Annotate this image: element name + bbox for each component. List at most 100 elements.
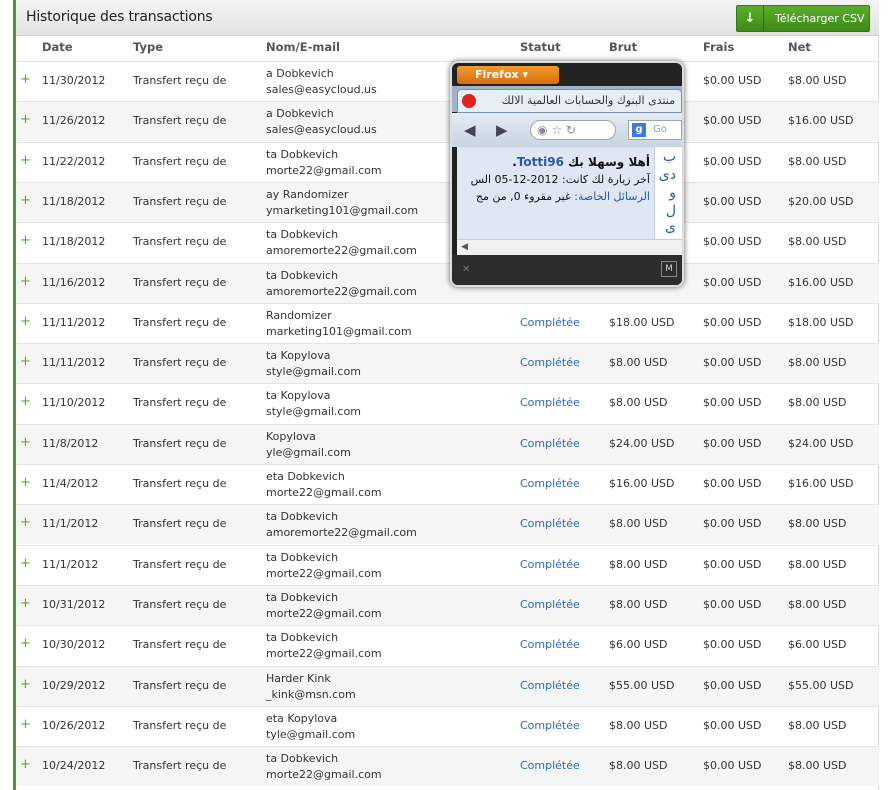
expand-plus-icon[interactable]: + — [20, 717, 31, 732]
cell-status-link[interactable]: Complétée — [520, 477, 580, 490]
table-row[interactable]: +11/18/2012 Transfert reçu de ay Randomize… — [16, 181, 879, 222]
expand-plus-icon[interactable]: + — [20, 354, 31, 369]
cell-brut: $8.00 USD — [609, 356, 668, 370]
cell-status-link[interactable]: Complétée — [520, 719, 580, 732]
reload-icon[interactable]: ↻ — [566, 123, 576, 137]
cell-status-link[interactable]: Complétée — [520, 437, 580, 450]
cell-date: 10/26/2012 — [42, 718, 106, 732]
cell-name-email: a Dobkevich sales@easycloud.us — [266, 66, 377, 98]
back-arrow-icon[interactable]: ◀ — [464, 121, 476, 139]
cell-email: morte22@gmail.com — [266, 163, 382, 177]
column-header-type[interactable]: Type — [133, 40, 163, 54]
chevron-down-icon: ▾ — [522, 68, 528, 81]
table-row[interactable]: +11/11/2012 Transfert reçu de ta Kopylova s… — [16, 343, 879, 384]
expand-plus-icon[interactable]: + — [20, 193, 31, 208]
table-row[interactable]: +10/26/2012 Transfert reçu de eta Kopylova… — [16, 705, 879, 746]
table-row[interactable]: +11/26/2012 Transfert reçu de a Dobkevich s… — [16, 101, 879, 142]
expand-plus-icon[interactable]: + — [20, 274, 31, 289]
expand-plus-icon[interactable]: + — [20, 556, 31, 571]
table-row[interactable]: +10/30/2012 Transfert reçu de ta Dobkevich… — [16, 625, 879, 665]
column-header-date[interactable]: Date — [42, 40, 73, 54]
expand-plus-icon[interactable]: + — [20, 515, 31, 530]
table-row[interactable]: +11/10/2012 Transfert reçu de ta Kopylova s… — [16, 383, 879, 423]
table-row[interactable]: +11/30/2012 Transfert reçu de a Dobkevich s… — [16, 61, 879, 101]
expand-plus-icon[interactable]: + — [20, 233, 31, 248]
cell-email: morte22@gmail.com — [266, 566, 382, 580]
browser-tab[interactable]: منتدى البنوك والحسابات العالمية الالك — [457, 89, 682, 113]
cell-status-link[interactable]: Complétée — [520, 598, 580, 611]
cell-name: ta Dobkevich — [266, 752, 339, 766]
cell-name-email: ta Dobkevich morte22@gmail.com — [266, 630, 382, 662]
cell-status-link[interactable]: Complétée — [520, 679, 580, 692]
cell-name-email: eta Dobkevich morte22@gmail.com — [266, 469, 382, 501]
column-header-net[interactable]: Net — [788, 40, 811, 54]
table-row[interactable]: +11/1/2012 Transfert reçu de ta Dobkevich m… — [16, 544, 879, 585]
scroll-left-icon[interactable]: ◀ — [461, 242, 468, 252]
table-row[interactable]: +11/22/2012 Transfert reçu de ta Dobkevich… — [16, 141, 879, 182]
expand-plus-icon[interactable]: + — [20, 757, 31, 772]
expand-plus-icon[interactable]: + — [20, 153, 31, 168]
cell-type: Transfert reçu de — [133, 396, 227, 410]
table-row[interactable]: +10/31/2012 Transfert reçu de ta Dobkevich… — [16, 584, 879, 625]
cell-status-link[interactable]: Complétée — [520, 638, 580, 651]
cell-name: ta Dobkevich — [266, 510, 339, 524]
cell-frais: $0.00 USD — [703, 597, 762, 611]
column-header-name[interactable]: Nom/E-mail — [266, 40, 340, 54]
firefox-menu-button[interactable]: Firefox ▾ — [457, 66, 559, 84]
addon-m-icon[interactable]: M — [661, 261, 677, 277]
url-bar[interactable]: ◉ ☆ ↻ — [530, 120, 616, 140]
table-row[interactable]: +11/16/2012 Transfert reçu de ta Dobkevich… — [16, 262, 879, 303]
expand-plus-icon[interactable]: + — [20, 435, 31, 450]
cell-name-email: ay Randomizer ymarketing101@gmail.com — [266, 187, 418, 219]
table-row[interactable]: +11/1/2012 Transfert reçu de ta Dobkevich a… — [16, 504, 879, 545]
cell-status-link[interactable]: Complétée — [520, 517, 580, 530]
table-row[interactable]: +11/8/2012 Transfert reçu de Kopylova yle@g… — [16, 423, 879, 464]
username-link[interactable]: Totti96 — [517, 155, 564, 169]
expand-plus-icon[interactable]: + — [20, 677, 31, 692]
cell-name: ta Dobkevich — [266, 228, 339, 242]
close-icon[interactable]: ✕ — [462, 264, 470, 275]
cell-frais: $0.00 USD — [703, 638, 762, 652]
cell-date: 11/1/2012 — [42, 557, 99, 571]
tab-bar: منتدى البنوك والحسابات العالمية الالك — [452, 86, 682, 113]
bookmark-star-icon[interactable]: ☆ — [551, 123, 562, 137]
forward-arrow-icon[interactable]: ▶ — [496, 121, 508, 139]
column-header-status[interactable]: Statut — [520, 40, 561, 54]
cell-status-link[interactable]: Complétée — [520, 558, 580, 571]
private-messages-link[interactable]: الرسائل الخاصة: — [574, 190, 650, 203]
cell-name-email: ta Dobkevich amoremorte22@gmail.com — [266, 509, 417, 541]
cell-email: _kink@msn.com — [266, 687, 356, 701]
search-box[interactable]: g Go — [628, 120, 682, 140]
expand-plus-icon[interactable]: + — [20, 394, 31, 409]
column-header-brut[interactable]: Brut — [609, 40, 637, 54]
column-header-frais[interactable]: Frais — [703, 40, 734, 54]
expand-plus-icon[interactable]: + — [20, 314, 31, 329]
cell-date: 11/4/2012 — [42, 477, 99, 490]
cell-name: Kopylova — [266, 429, 316, 443]
tab-title: منتدى البنوك والحسابات العالمية الالك — [501, 94, 675, 107]
expand-plus-icon[interactable]: + — [20, 475, 31, 490]
download-csv-button[interactable]: ↓ Télécharger CSV — [736, 5, 870, 32]
horizontal-scrollbar[interactable]: ◀ — [457, 239, 682, 255]
cell-name: Randomizer — [266, 308, 332, 322]
expand-plus-icon[interactable]: + — [20, 636, 31, 651]
table-row[interactable]: +10/29/2012 Transfert reçu de Harder Kink _… — [16, 665, 879, 706]
expand-plus-icon[interactable]: + — [20, 72, 31, 87]
table-row[interactable]: +11/18/2012 Transfert reçu de ta Dobkevich… — [16, 222, 879, 262]
cell-type: Transfert reçu de — [133, 74, 227, 87]
download-arrow-icon: ↓ — [737, 6, 764, 31]
cell-status-link[interactable]: Complétée — [520, 759, 580, 772]
expand-plus-icon[interactable]: + — [20, 596, 31, 611]
cell-type: Transfert reçu de — [133, 557, 227, 571]
cell-email: morte22@gmail.com — [266, 606, 382, 620]
table-row[interactable]: +11/4/2012 Transfert reçu de eta Dobkevich… — [16, 464, 879, 504]
table-row[interactable]: +10/24/2012 Transfert reçu de ta Dobkevich… — [16, 746, 879, 787]
cell-net: $8.00 USD — [788, 718, 847, 732]
cell-status-link[interactable]: Complétée — [520, 356, 580, 369]
cell-status-link[interactable]: Complétée — [520, 396, 580, 409]
cell-net: $8.00 USD — [788, 396, 847, 410]
cell-frais: $0.00 USD — [703, 517, 762, 531]
expand-plus-icon[interactable]: + — [20, 112, 31, 127]
table-row[interactable]: +11/11/2012 Transfert reçu de Randomizer ma… — [16, 302, 879, 343]
cell-status-link[interactable]: Complétée — [520, 316, 580, 329]
